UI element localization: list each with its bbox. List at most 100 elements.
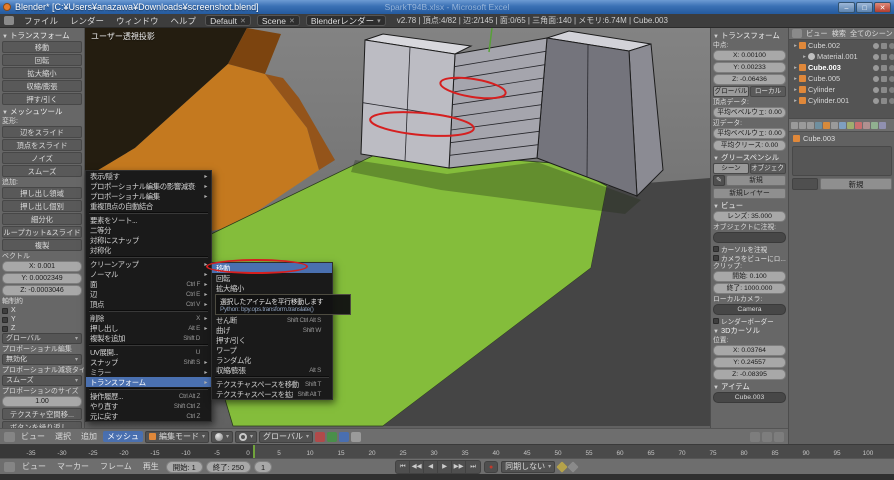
header-menu-view[interactable]: ビュー (17, 431, 49, 442)
physics-tab-icon[interactable] (879, 122, 886, 129)
local-camera-field[interactable]: Camera (713, 304, 786, 315)
disclosure-icon[interactable]: ▸ (792, 87, 799, 93)
visibility-eye-toggle[interactable] (873, 65, 879, 71)
render-tab-icon[interactable] (791, 122, 798, 129)
vector-field[interactable]: X: 0.001 (2, 261, 82, 272)
outliner-item[interactable]: ▸Cylinder.001 (789, 95, 894, 106)
layers-tab-icon[interactable] (807, 122, 814, 129)
panel-header-view[interactable]: ▼ビュー (713, 200, 786, 211)
timeline-menu-marker[interactable]: マーカー (53, 461, 93, 472)
timeline-ruler[interactable]: -35-30-25-20-15-10-505101520253035404550… (0, 444, 894, 458)
gpencil-object-toggle[interactable]: オブジェクト (750, 163, 786, 174)
panel-header-3d-cursor[interactable]: ▼3Dカーソル (713, 325, 786, 336)
menu-item[interactable]: 対称化 (86, 245, 211, 255)
material-tab-icon[interactable] (855, 122, 862, 129)
unlink-icon[interactable]: ✕ (240, 17, 246, 25)
selectability-toggle[interactable] (881, 98, 887, 104)
menu-item[interactable]: 操作履歴...Ctrl Alt Z (86, 391, 211, 401)
clip-start-field[interactable]: 開始: 0.100 (713, 271, 786, 282)
disclosure-icon[interactable]: ▸ (801, 54, 808, 60)
outliner-menu-search[interactable]: 検索 (832, 29, 846, 39)
panel-header-meshtools[interactable]: ▼メッシュツール (2, 106, 82, 117)
menu-item[interactable]: テクスチャスペースを拡縮Shift Alt T (212, 389, 332, 399)
menu-item[interactable]: 移動 (212, 263, 332, 273)
new-layer-button[interactable]: 新規レイヤー (713, 188, 786, 199)
next-keyframe-button[interactable]: ▶▶ (452, 461, 466, 473)
header-menu-select[interactable]: 選択 (51, 431, 75, 442)
menu-item[interactable]: 対称にスナップ (86, 235, 211, 245)
menu-item[interactable]: 頂点Ctrl V▸ (86, 299, 211, 309)
falloff-dropdown[interactable]: スムーズ▾ (2, 375, 82, 386)
menu-render[interactable]: レンダー (64, 15, 110, 27)
visibility-eye-toggle[interactable] (873, 98, 879, 104)
visibility-eye-toggle[interactable] (873, 54, 879, 60)
render-engine-selector[interactable]: Blenderレンダー▾ (306, 15, 386, 26)
pivot-dropdown[interactable]: ▾ (235, 431, 257, 443)
outliner-item[interactable]: ▸Cube.005 (789, 73, 894, 84)
manipulator-rotate-icon[interactable] (327, 432, 337, 442)
tool-button[interactable]: ノイズ (2, 152, 82, 164)
keyframe-insert-icon[interactable] (567, 461, 578, 472)
timeline-menu-frame[interactable]: フレーム (96, 461, 136, 472)
menu-item[interactable]: トランスフォーム▸ (86, 377, 211, 387)
screen-layout-selector[interactable]: Default✕ (205, 15, 251, 26)
frame-end-field[interactable]: 終了: 250 (206, 461, 251, 473)
unlink-icon[interactable]: ✕ (289, 17, 295, 25)
axis-x-checkbox[interactable]: X (2, 306, 82, 315)
modifiers-tab-icon[interactable] (839, 122, 846, 129)
timeline-menu-playback[interactable]: 再生 (139, 461, 163, 472)
previous-keyframe-button[interactable]: ◀◀ (410, 461, 424, 473)
menu-item[interactable]: 曲げShift W (212, 325, 332, 335)
menu-file[interactable]: ファイル (18, 15, 64, 27)
menu-item[interactable]: ランダム化 (212, 355, 332, 365)
selectability-toggle[interactable] (881, 43, 887, 49)
browse-id-dropdown[interactable] (792, 178, 818, 190)
render-opengl-icon[interactable] (762, 432, 772, 442)
gpencil-new-button[interactable]: 新規 (726, 175, 786, 186)
outliner-menu-view[interactable]: ビュー (806, 29, 828, 39)
global-toggle[interactable]: グローバル (713, 86, 749, 97)
menu-item[interactable]: ミラー▸ (86, 367, 211, 377)
menu-item[interactable]: UV展開...U (86, 347, 211, 357)
outliner-item[interactable]: ▸Material.001 (789, 51, 894, 62)
panel-header-transform[interactable]: ▼トランスフォーム (713, 30, 786, 41)
menu-item[interactable]: せん断Shift Ctrl Alt S (212, 315, 332, 325)
render-toggle[interactable] (889, 65, 894, 71)
axis-y-checkbox[interactable]: Y (2, 315, 82, 324)
outliner-item[interactable]: ▸Cube.002 (789, 40, 894, 51)
tool-button[interactable]: ループカット&スライド (2, 226, 82, 238)
cursor-z-field[interactable]: Z: -0.08395 (713, 369, 786, 380)
tool-button[interactable]: 拡大縮小 (2, 67, 82, 79)
texture-tab-icon[interactable] (863, 122, 870, 129)
tool-button[interactable]: 押し出し領域 (2, 187, 82, 199)
edge-bevel-weight-field[interactable]: 平均ベベルウェ: 0.00 (713, 128, 786, 139)
frame-start-field[interactable]: 開始: 1 (166, 461, 203, 473)
close-button[interactable]: ✕ (874, 2, 891, 13)
tool-button[interactable]: 収縮/膨張 (2, 80, 82, 92)
header-menu-mesh[interactable]: メッシュ (103, 431, 143, 442)
sync-dropdown[interactable]: 同期しない ▾ (501, 461, 555, 473)
object-tab-icon[interactable] (823, 122, 830, 129)
tool-button[interactable]: 押し出し個別 (2, 200, 82, 212)
menu-item[interactable]: 二等分 (86, 225, 211, 235)
menu-item[interactable]: 元に戻すCtrl Z (86, 411, 211, 421)
mode-dropdown[interactable]: 編集モード ▾ (145, 431, 209, 443)
scene-tab-icon[interactable] (799, 122, 806, 129)
proportional-edit-dropdown[interactable]: 無効化▾ (2, 354, 82, 365)
vertex-bevel-weight-field[interactable]: 平均ベベルウェ: 0.00 (713, 107, 786, 118)
menu-item[interactable]: 拡大縮小 (212, 283, 332, 293)
render-toggle[interactable] (889, 98, 894, 104)
jump-to-end-button[interactable]: ⏭ (466, 461, 480, 473)
outliner-editor-icon[interactable] (792, 29, 802, 38)
tool-button[interactable]: ボタンを繰り返し... (2, 421, 82, 428)
median-z-field[interactable]: Z: -0.06436 (713, 74, 786, 85)
lock-cursor-checkbox[interactable]: カーソルを注視 (713, 244, 786, 253)
timeline-menu-view[interactable]: ビュー (18, 461, 50, 472)
edge-crease-field[interactable]: 平均クリース: 0.00 (713, 140, 786, 151)
menu-item[interactable]: 面Ctrl F▸ (86, 279, 211, 289)
local-toggle[interactable]: ローカル (750, 86, 786, 97)
render-toggle[interactable] (889, 43, 894, 49)
maximize-button[interactable]: □ (856, 2, 873, 13)
snap-magnet-icon[interactable] (351, 432, 361, 442)
vector-field[interactable]: Y: 0.0002349 (2, 273, 82, 284)
